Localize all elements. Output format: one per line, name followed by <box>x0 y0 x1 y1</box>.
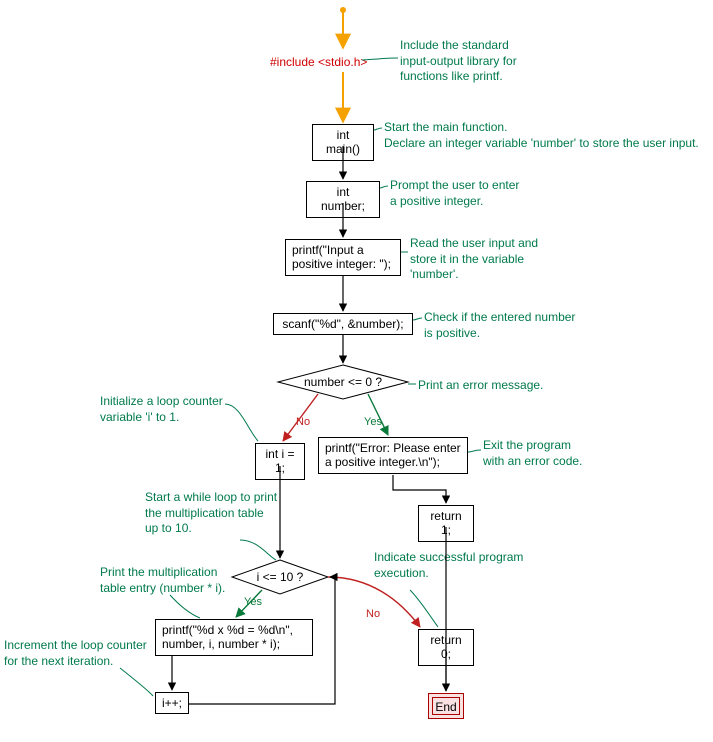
node-init-i: int i = 1; <box>255 443 305 480</box>
include-directive: #include <stdio.h> <box>270 55 367 69</box>
edge-label-cond1-yes: Yes <box>364 416 382 428</box>
svg-text:number <= 0 ?: number <= 0 ? <box>304 375 382 389</box>
node-increment: i++; <box>155 692 189 714</box>
node-main: int main() <box>312 124 374 161</box>
node-error-print: printf("Error: Please enter a positive i… <box>318 437 468 474</box>
node-scanf: scanf("%d", &number); <box>273 313 413 335</box>
annotation-include: Include the standard input-output librar… <box>400 38 517 85</box>
annotation-error: Print an error message. <box>418 378 543 394</box>
annotation-exit: Exit the program with an error code. <box>483 438 582 469</box>
annotation-init-i: Initialize a loop counter variable 'i' t… <box>100 394 223 425</box>
annotation-scanf: Read the user input and store it in the … <box>410 236 538 283</box>
svg-text:i <= 10 ?: i <= 10 ? <box>257 570 304 584</box>
flowchart-edges: number <= 0 ? i <= 10 ? <box>0 0 713 742</box>
edge-label-cond1-no: No <box>296 416 310 428</box>
annotation-body: Print the multiplication table entry (nu… <box>100 565 225 596</box>
annotation-check: Check if the entered number is positive. <box>424 310 575 341</box>
end-label: End <box>435 700 456 714</box>
annotation-ret0: Indicate successful program execution. <box>374 550 523 581</box>
annotation-prompt: Prompt the user to enter a positive inte… <box>390 178 519 209</box>
node-end: End <box>428 693 464 719</box>
node-prompt: printf("Input a positive integer: "); <box>285 239 401 276</box>
node-declare-number: int number; <box>306 181 380 218</box>
annotation-loop: Start a while loop to print the multipli… <box>145 490 277 537</box>
node-return-1: return 1; <box>418 505 474 542</box>
edge-label-cond2-no: No <box>366 608 380 620</box>
node-body-print: printf("%d x %d = %d\n", number, i, numb… <box>155 619 313 656</box>
annotation-inc: Increment the loop counter for the next … <box>4 638 147 669</box>
annotation-main: Start the main function. Declare an inte… <box>384 120 699 151</box>
edge-label-cond2-yes: Yes <box>244 596 262 608</box>
node-return-0: return 0; <box>418 629 474 666</box>
